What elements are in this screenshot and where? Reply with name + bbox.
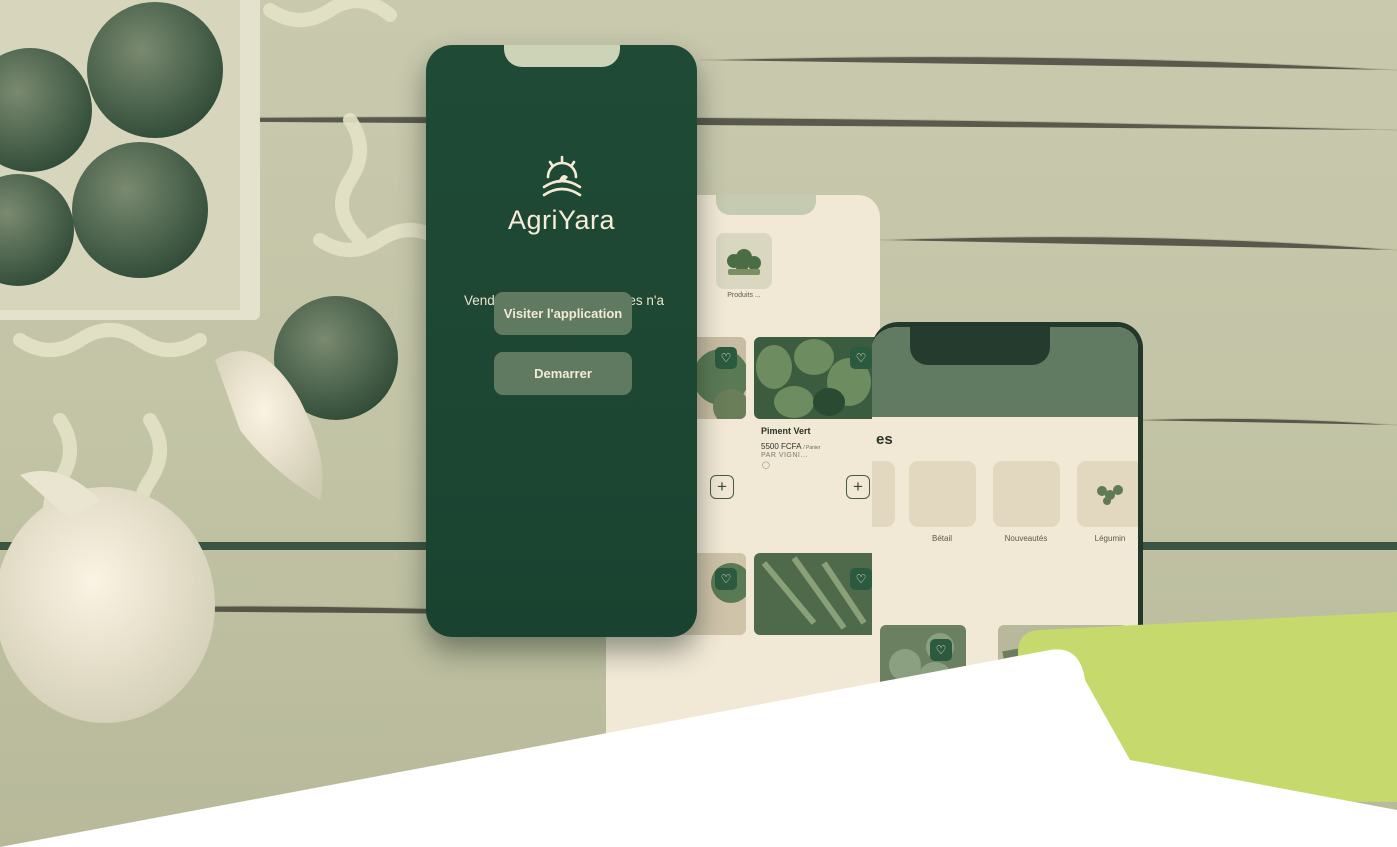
foreground-wedge: [0, 649, 1397, 847]
